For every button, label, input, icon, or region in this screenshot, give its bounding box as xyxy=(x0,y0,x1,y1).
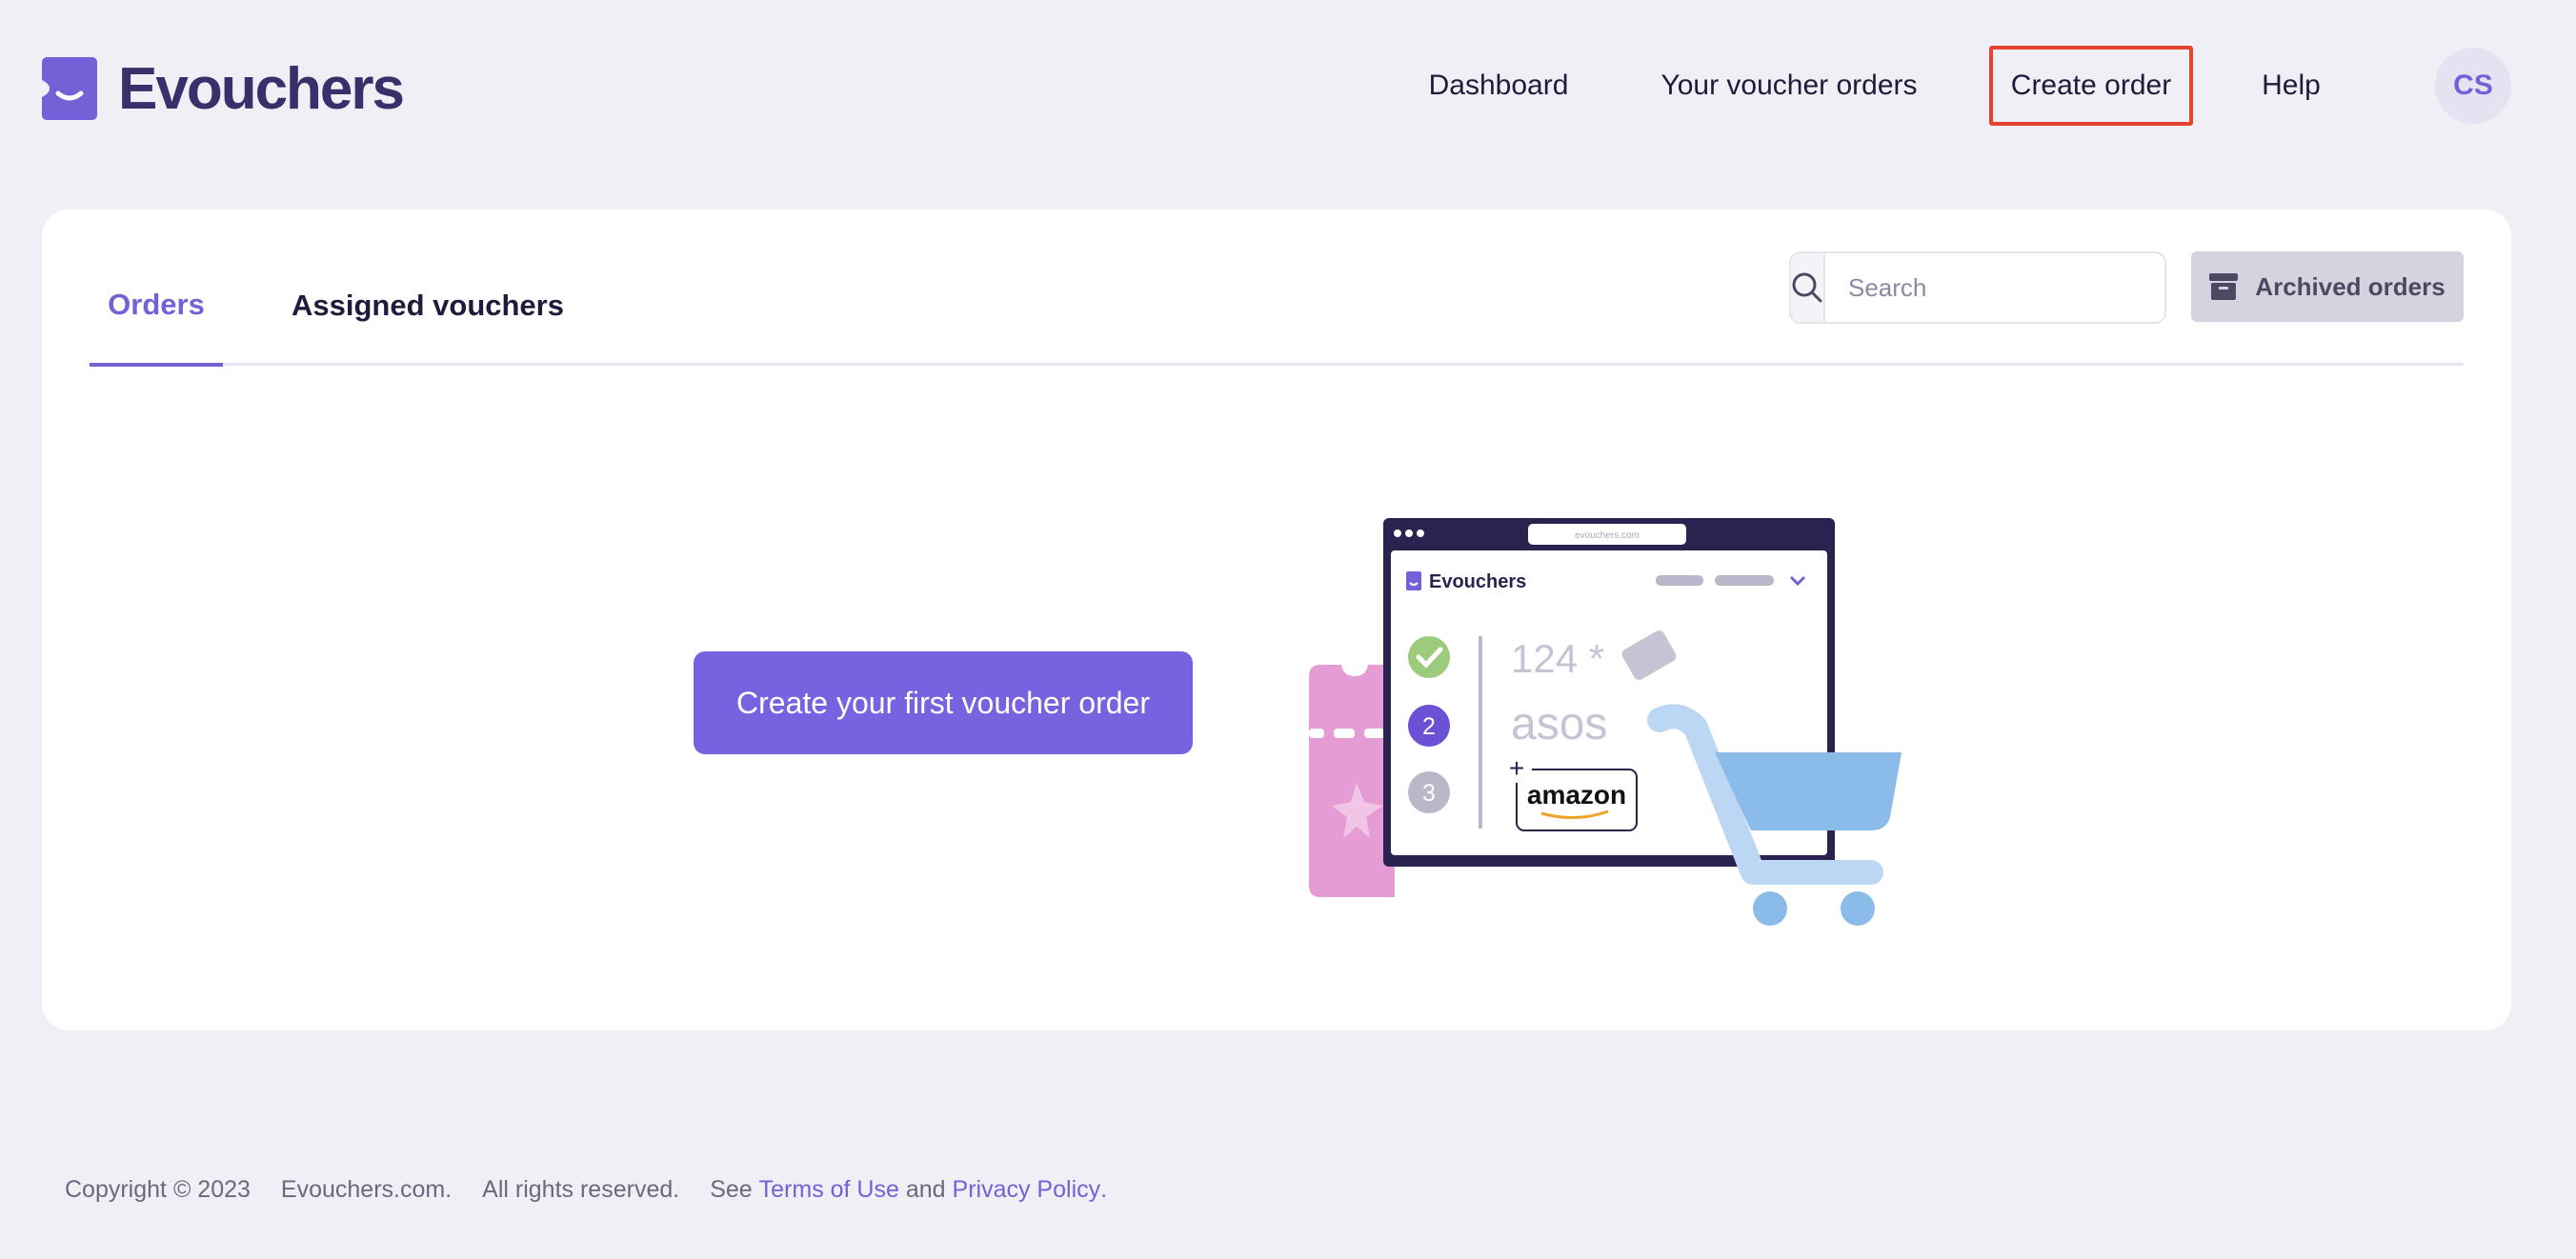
ticket-icon xyxy=(1309,665,1395,897)
tab-orders[interactable]: Orders xyxy=(90,246,223,367)
user-avatar[interactable]: CS xyxy=(2435,48,2511,124)
terms-of-use-link[interactable]: Terms of Use xyxy=(759,1176,899,1204)
footer-and: and xyxy=(905,1175,946,1203)
footer-rights: All rights reserved. xyxy=(482,1175,680,1203)
archive-icon xyxy=(2209,273,2239,300)
nav-create-order[interactable]: Create order xyxy=(1989,46,2193,126)
search-input[interactable] xyxy=(1825,253,2164,322)
archived-orders-button[interactable]: Archived orders xyxy=(2191,251,2464,322)
create-first-voucher-order-button[interactable]: Create your first voucher order xyxy=(694,651,1193,754)
illustration-brand: Evouchers xyxy=(1429,571,1526,592)
search-box xyxy=(1789,251,2166,324)
footer-site: Evouchers.com. xyxy=(280,1175,453,1203)
footer-period: . xyxy=(1100,1175,1108,1203)
nav-help[interactable]: Help xyxy=(2248,46,2334,126)
footer-see: See xyxy=(710,1175,753,1203)
illustration-plus: + xyxy=(1509,753,1524,783)
top-nav: Dashboard Your voucher orders Create ord… xyxy=(0,46,2576,126)
step-2-label: 2 xyxy=(1422,713,1436,740)
search-icon[interactable] xyxy=(1791,253,1825,322)
archived-orders-label: Archived orders xyxy=(2255,271,2445,301)
footer: Copyright © 2023 Evouchers.com. All righ… xyxy=(65,1173,1107,1206)
illustration-asos-text: asos xyxy=(1511,699,1607,749)
privacy-policy-link[interactable]: Privacy Policy xyxy=(953,1176,1101,1204)
illustration-124-text: 124 * xyxy=(1511,636,1604,681)
illustration-amazon-text: amazon xyxy=(1527,780,1626,809)
tab-assigned-vouchers[interactable]: Assigned vouchers xyxy=(271,246,585,366)
orders-card: Orders Assigned vouchers Archived orders… xyxy=(42,210,2511,1030)
header: Evouchers Dashboard Your voucher orders … xyxy=(0,0,2576,171)
step-3-label: 3 xyxy=(1422,780,1436,807)
illustration-url: evouchers.com xyxy=(1575,530,1640,541)
empty-state-illustration: evouchers.com Evouchers 2 3 124 * asos a… xyxy=(1309,518,1902,926)
nav-dashboard[interactable]: Dashboard xyxy=(1410,46,1587,126)
footer-copyright: Copyright © 2023 xyxy=(65,1175,251,1203)
nav-your-voucher-orders[interactable]: Your voucher orders xyxy=(1648,46,1930,126)
